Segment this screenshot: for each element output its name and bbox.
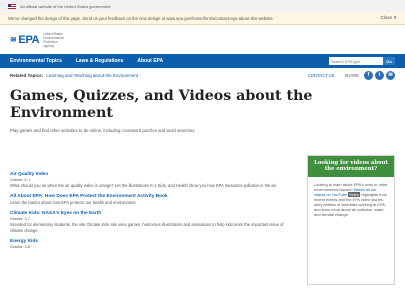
search-input[interactable] [329,57,383,65]
search-button[interactable]: Go [383,57,395,65]
resource-grades: Grades: 3-8 [10,244,31,249]
facebook-icon[interactable]: f [364,70,373,80]
resource-description: Learn the basics about how EPA protects … [10,200,137,206]
sidebar-body: Looking to learn about EPA's work or oth… [308,177,394,223]
logo-subtitle: United States Environmental Protection A… [43,31,64,48]
us-flag-icon [8,3,16,9]
notice-message: We've changed the design of this page. S… [8,15,273,21]
feedback-notice: We've changed the design of this page. S… [0,12,405,25]
list-item: All About EPA: How Does EPA Protect the … [10,194,296,205]
related-topics-label: Related Topics: [10,72,44,78]
list-item: Air Quality Index Grades: K-1 What shoul… [10,172,296,188]
related-topic-link[interactable]: Learning and Teaching about the Environm… [46,73,138,78]
videos-sidebar: Looking for videos about the environment… [307,155,395,285]
main-nav: Environmental Topics Laws & Regulations … [0,54,405,68]
utility-links: CONTACT US SHARE f t ✉ [308,70,395,80]
page-intro: Play games and find other activities to … [10,128,196,133]
related-topics-bar: Related Topics: Learning and Teaching ab… [0,68,405,82]
gov-banner-text: An official website of the United States… [20,3,111,9]
logo-text: EPA [18,33,40,46]
header: ≋ EPA United States Environmental Protec… [0,25,405,54]
resource-description: What should you do when the air quality … [10,183,277,188]
search-box: Go [329,57,395,65]
share-label: SHARE [344,72,359,78]
list-item: Climate Kids: NASA's Eyes on the Earth G… [10,211,296,232]
nav-item-environmental-topics[interactable]: Environmental Topics [10,58,62,64]
nav-item-laws-regulations[interactable]: Laws & Regulations [76,58,124,64]
twitter-icon[interactable]: t [375,70,384,80]
gov-banner: An official website of the United States… [0,0,405,12]
nav-item-about-epa[interactable]: About EPA [137,58,163,64]
sidebar-heading: Looking for videos about the environment… [308,156,394,177]
resource-list: Air Quality Index Grades: K-1 What shoul… [10,172,296,256]
epa-logo-icon: ≋ [10,35,17,44]
epa-logo[interactable]: ≋ EPA [10,33,40,46]
notice-close-button[interactable]: Close ✕ [380,15,397,21]
page-title: Games, Quizzes, and Videos about the Env… [10,88,313,121]
resource-description: Intended for elementary students, the si… [10,222,284,233]
email-icon[interactable]: ✉ [386,70,395,80]
list-item: Energy Kids Grades: 3-8 [10,239,296,250]
page: An official website of the United States… [0,0,405,306]
contact-us-link[interactable]: CONTACT US [308,73,335,78]
sidebar-text: Looking to learn about EPA's work or oth… [314,181,388,192]
